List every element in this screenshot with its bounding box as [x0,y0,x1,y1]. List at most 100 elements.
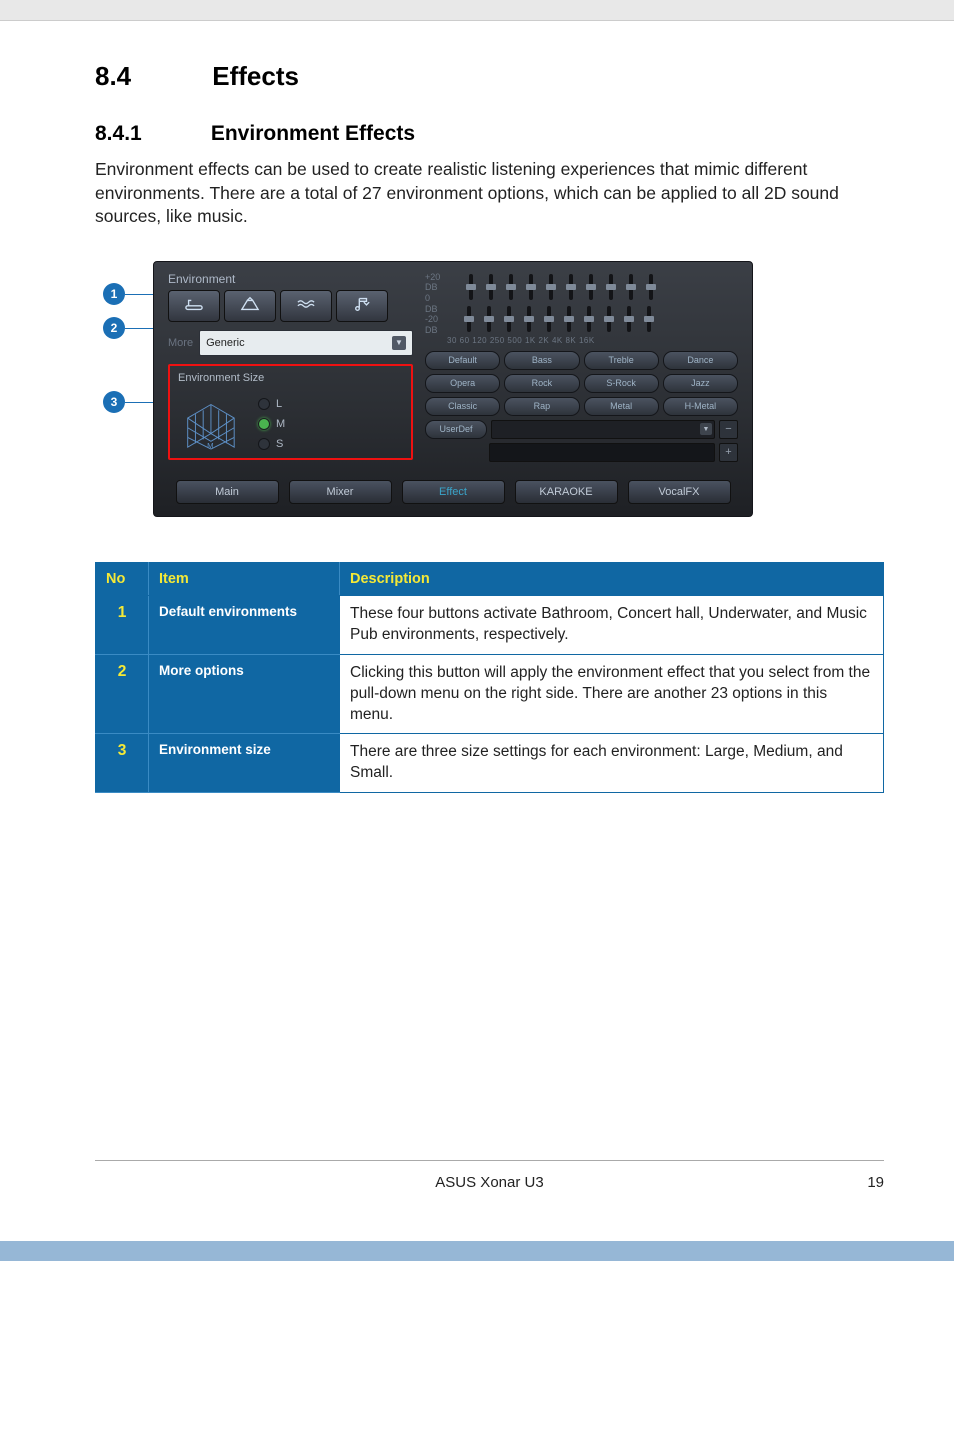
eq-slider[interactable] [524,274,538,302]
preset-hmetal-button[interactable]: H-Metal [663,397,738,416]
radio-on-icon [258,418,270,430]
row-desc: There are three size settings for each e… [340,734,884,793]
more-options-row: More Generic ▼ [168,330,413,356]
table-row: 2 More options Clicking this button will… [96,654,884,734]
callout-3: 3 [103,391,125,413]
col-item-header: Item [149,562,340,595]
preset-srock-button[interactable]: S-Rock [584,374,659,393]
concert-hall-icon [239,295,261,316]
preset-rock-button[interactable]: Rock [504,374,579,393]
env-bathroom-button[interactable] [168,290,220,322]
eq-slider[interactable] [584,274,598,302]
env-concert-hall-button[interactable] [224,290,276,322]
eq-slider[interactable] [564,274,578,302]
preset-default-button[interactable]: Default [425,351,500,370]
section-number: 8.4 [95,61,205,92]
subsection-number: 8.4.1 [95,122,205,146]
userdef-minus-button[interactable]: − [719,420,738,439]
window-bottom-bar [0,1241,954,1261]
callout-line [125,294,153,295]
eq-slider[interactable] [642,306,656,334]
preset-dance-button[interactable]: Dance [663,351,738,370]
eq-slider[interactable] [522,306,536,334]
eq-slider[interactable] [544,274,558,302]
body-paragraph: Environment effects can be used to creat… [95,158,884,229]
eq-slider[interactable] [562,306,576,334]
subsection-title: Environment Effects [211,122,415,145]
eq-slider[interactable] [502,306,516,334]
eq-slider[interactable] [464,274,478,302]
tab-effect[interactable]: Effect [402,480,505,504]
userdef-plus-button[interactable]: + [719,443,738,462]
row-no: 3 [96,734,149,793]
preset-treble-button[interactable]: Treble [584,351,659,370]
eq-slider[interactable] [644,274,658,302]
eq-slider[interactable] [482,306,496,334]
eq-slider[interactable] [504,274,518,302]
equalizer-section: +20 DB 0 [425,272,738,462]
tab-vocalfx[interactable]: VocalFX [628,480,731,504]
size-radio-group: L M S [258,398,285,450]
tab-mixer[interactable]: Mixer [289,480,392,504]
page-body: 8.4 Effects 8.4.1 Environment Effects En… [0,21,954,1211]
preset-classic-button[interactable]: Classic [425,397,500,416]
section-title: Effects [212,61,299,91]
environment-dropdown[interactable]: Generic ▼ [199,330,413,356]
eq-slider[interactable] [604,274,618,302]
eq-scale-labels: +20 DB 0 [425,272,440,303]
audio-control-panel: Environment [153,261,753,517]
eq-slider[interactable] [542,306,556,334]
userdef-input[interactable] [489,443,715,462]
userdef-dropdown[interactable]: ▼ [491,420,715,439]
default-environments-row [168,290,413,322]
minus-icon: − [725,423,731,435]
table-row: 1 Default environments These four button… [96,595,884,654]
screenshot-figure: 1 2 3 Environment [95,261,884,517]
size-small-radio[interactable]: S [258,438,285,450]
callout-column: 1 2 3 [95,261,153,511]
env-underwater-button[interactable] [280,290,332,322]
radio-off-icon [258,398,270,410]
eq-slider[interactable] [462,306,476,334]
preset-userdef-button[interactable]: UserDef [425,420,487,439]
cube-scale-letter: M [207,441,213,450]
preset-opera-button[interactable]: Opera [425,374,500,393]
col-desc-header: Description [340,562,884,595]
more-label: More [168,337,193,349]
underwater-icon [295,295,317,316]
callout-line [125,328,153,329]
preset-metal-button[interactable]: Metal [584,397,659,416]
size-large-radio[interactable]: L [258,398,285,410]
env-music-pub-button[interactable] [336,290,388,322]
footer-product: ASUS Xonar U3 [435,1174,543,1191]
eq-scale-labels: DB -20 DB [425,304,438,335]
userdef-row-2: + [425,443,738,462]
size-medium-radio[interactable]: M [258,418,285,430]
chevron-down-icon: ▼ [392,336,406,350]
userdef-row: UserDef ▼ − [425,420,738,439]
row-item: More options [149,654,340,734]
music-pub-icon [351,295,373,316]
tab-karaoke[interactable]: KARAOKE [515,480,618,504]
environment-size-title: Environment Size [178,372,403,384]
eq-slider[interactable] [484,274,498,302]
preset-bass-button[interactable]: Bass [504,351,579,370]
eq-slider[interactable] [624,274,638,302]
eq-slider[interactable] [602,306,616,334]
eq-slider[interactable] [582,306,596,334]
eq-slider[interactable] [622,306,636,334]
description-table: No Item Description 1 Default environmen… [95,562,884,793]
eq-sliders-top [444,274,658,302]
preset-rap-button[interactable]: Rap [504,397,579,416]
tab-main[interactable]: Main [176,480,279,504]
row-no: 1 [96,595,149,654]
subsection-heading: 8.4.1 Environment Effects [95,122,884,146]
page-number: 19 [867,1174,884,1191]
eq-frequency-labels: 30 60 120 250 500 1K 2K 4K 8K 16K [425,336,738,345]
preset-jazz-button[interactable]: Jazz [663,374,738,393]
radio-off-icon [258,438,270,450]
row-desc: These four buttons activate Bathroom, Co… [340,595,884,654]
environment-panel-title: Environment [168,272,413,286]
eq-sliders-bottom [442,306,656,334]
callout-2: 2 [103,317,125,339]
